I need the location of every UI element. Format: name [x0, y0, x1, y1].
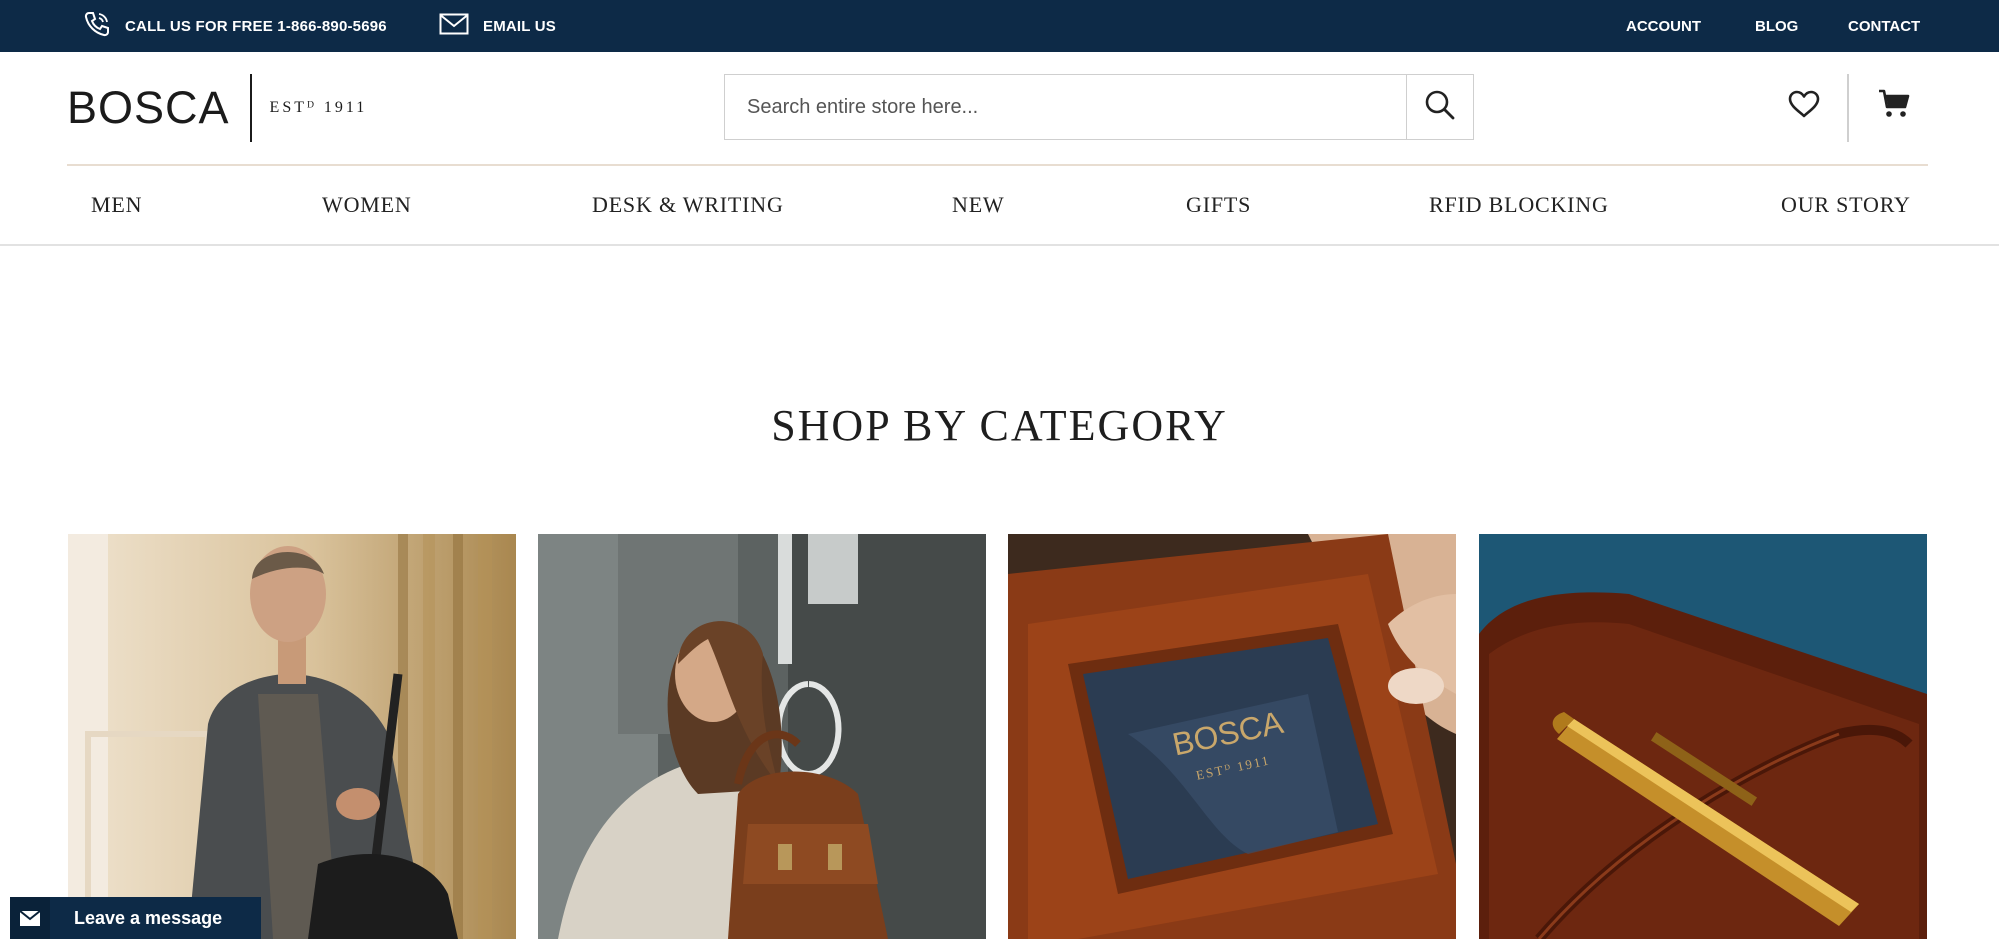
contact-link[interactable]: CONTACT: [1848, 0, 1920, 52]
email-us-label: EMAIL US: [483, 17, 556, 35]
nav-item-gifts[interactable]: GIFTS: [1186, 166, 1251, 244]
leather-id-wallet-photo: BOSCA ESTᴰ 1911: [1008, 534, 1456, 939]
nav-item-desk-writing[interactable]: DESK & WRITING: [592, 166, 784, 244]
header-divider: [1847, 74, 1849, 142]
account-link[interactable]: ACCOUNT: [1626, 0, 1701, 52]
search-input[interactable]: [725, 75, 1406, 139]
search-button[interactable]: [1406, 75, 1473, 139]
logo-wordmark: BOSCA: [67, 82, 230, 133]
cart-button[interactable]: [1874, 86, 1914, 126]
leave-message-widget[interactable]: Leave a message: [10, 897, 261, 939]
heart-icon: [1788, 90, 1820, 123]
man-with-leather-bag-photo: [68, 534, 516, 939]
call-us-link[interactable]: CALL US FOR FREE 1-866-890-5696: [83, 0, 387, 52]
leather-journal-and-gold-pen-photo: [1479, 534, 1927, 939]
nav-item-new[interactable]: NEW: [952, 166, 1005, 244]
navigation-rule: [0, 244, 1999, 246]
logo-divider: [249, 74, 252, 142]
blog-link[interactable]: BLOG: [1755, 0, 1798, 52]
nav-item-women[interactable]: WOMEN: [322, 166, 412, 244]
logo-established: ESTᴰ 1911: [269, 99, 368, 116]
phone-icon: [83, 10, 111, 42]
nav-item-our-story[interactable]: OUR STORY: [1781, 166, 1911, 244]
woman-with-backpack-photo: [538, 534, 986, 939]
main-navigation: MEN WOMEN DESK & WRITING NEW GIFTS RFID …: [0, 166, 1999, 244]
category-tile-men[interactable]: [68, 534, 516, 939]
category-tile-desk-writing[interactable]: [1479, 534, 1927, 939]
search-bar: [724, 74, 1474, 140]
call-us-label: CALL US FOR FREE 1-866-890-5696: [125, 17, 387, 35]
section-title: SHOP BY CATEGORY: [771, 401, 1228, 450]
nav-item-rfid-blocking[interactable]: RFID BLOCKING: [1429, 166, 1609, 244]
category-tile-women[interactable]: [538, 534, 986, 939]
envelope-icon: [10, 897, 50, 939]
wishlist-button[interactable]: [1784, 86, 1824, 126]
envelope-icon: [439, 13, 469, 39]
category-tile-wallets[interactable]: BOSCA ESTᴰ 1911: [1008, 534, 1456, 939]
email-us-link[interactable]: EMAIL US: [439, 0, 556, 52]
brand-logo[interactable]: BOSCA ESTᴰ 1911: [67, 74, 367, 142]
top-utility-bar: CALL US FOR FREE 1-866-890-5696 EMAIL US…: [0, 0, 1999, 52]
cart-icon: [1878, 89, 1910, 124]
leave-message-label: Leave a message: [74, 907, 223, 928]
nav-item-men[interactable]: MEN: [91, 166, 142, 244]
search-icon: [1424, 89, 1456, 126]
